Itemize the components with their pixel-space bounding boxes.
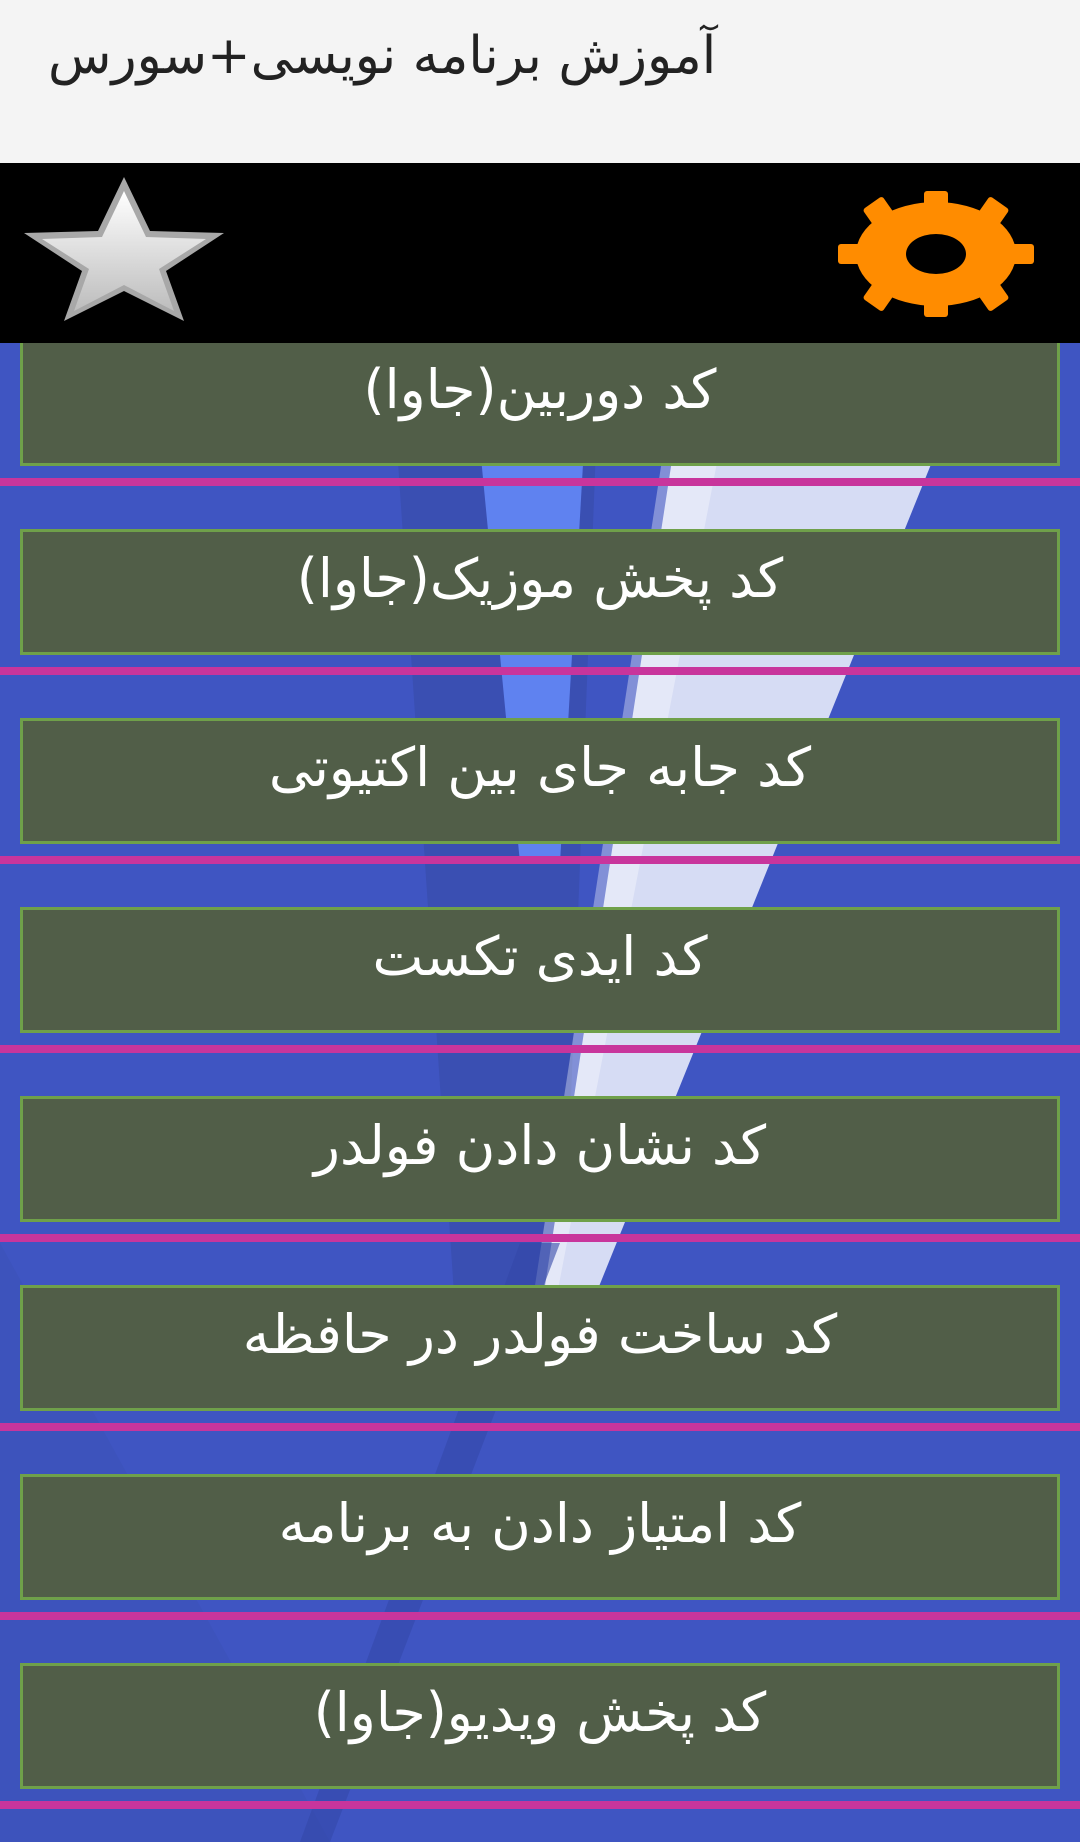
- item-label: کد نشان دادن فولدر: [313, 1113, 767, 1177]
- toolbar: [0, 163, 1080, 343]
- app-title: آموزش برنامه نویسی+سورس: [48, 26, 717, 86]
- list-item: کد دوربین(جاوا): [0, 340, 1080, 529]
- item-label: کد دوربین(جاوا): [363, 357, 717, 421]
- item-label: کد پخش موزیک(جاوا): [296, 546, 784, 610]
- divider: [0, 1234, 1080, 1242]
- item-button-activity[interactable]: کد جابه جای بین اکتیوتی: [20, 718, 1060, 844]
- divider: [0, 667, 1080, 675]
- item-button-video[interactable]: کد پخش ویدیو(جاوا): [20, 1663, 1060, 1789]
- divider: [0, 1612, 1080, 1620]
- app-screen: آموزش برنامه نویسی+سورس کد دوربین(جاوا) …: [0, 0, 1080, 1842]
- list-item: کد جابه جای بین اکتیوتی: [0, 718, 1080, 907]
- list-item: کد پخش ویدیو(جاوا): [0, 1663, 1080, 1842]
- title-bar: آموزش برنامه نویسی+سورس: [0, 0, 1080, 163]
- item-button-music[interactable]: کد پخش موزیک(جاوا): [20, 529, 1060, 655]
- item-label: کد پخش ویدیو(جاوا): [313, 1680, 767, 1744]
- item-label: کد امتیاز دادن به برنامه: [278, 1491, 802, 1555]
- list-item: کد نشان دادن فولدر: [0, 1096, 1080, 1285]
- divider: [0, 1045, 1080, 1053]
- divider: [0, 1423, 1080, 1431]
- divider: [0, 856, 1080, 864]
- item-button-camera[interactable]: کد دوربین(جاوا): [20, 340, 1060, 466]
- list-item: کد امتیاز دادن به برنامه: [0, 1474, 1080, 1663]
- item-label: کد جابه جای بین اکتیوتی: [268, 735, 812, 799]
- gear-icon[interactable]: [838, 191, 1034, 317]
- item-button-show-folder[interactable]: کد نشان دادن فولدر: [20, 1096, 1060, 1222]
- divider: [0, 1801, 1080, 1809]
- list-item: کد ساخت فولدر در حافظه: [0, 1285, 1080, 1474]
- star-icon[interactable]: [18, 173, 230, 323]
- item-button-rate-app[interactable]: کد امتیاز دادن به برنامه: [20, 1474, 1060, 1600]
- item-label: کد ساخت فولدر در حافظه: [242, 1302, 838, 1366]
- item-button-create-folder[interactable]: کد ساخت فولدر در حافظه: [20, 1285, 1060, 1411]
- item-label: کد ایدی تکست: [372, 924, 708, 988]
- list-item: کد پخش موزیک(جاوا): [0, 529, 1080, 718]
- divider: [0, 478, 1080, 486]
- item-button-edittext[interactable]: کد ایدی تکست: [20, 907, 1060, 1033]
- list-item: کد ایدی تکست: [0, 907, 1080, 1096]
